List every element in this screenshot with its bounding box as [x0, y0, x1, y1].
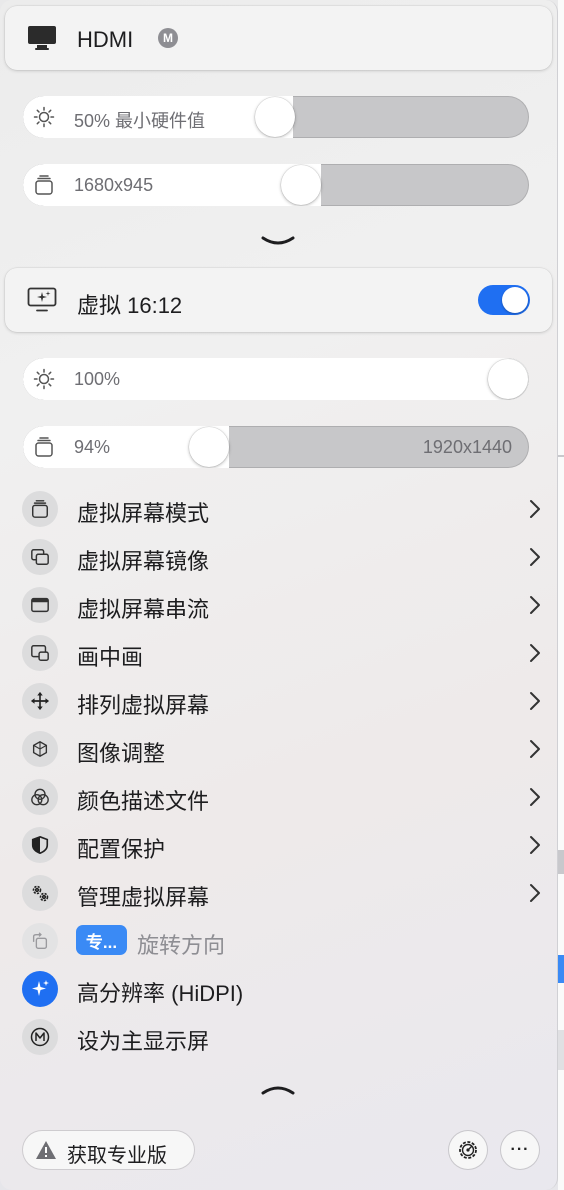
monitor-icon [28, 26, 56, 50]
menu-item-label: 配置保护 [77, 837, 166, 862]
brightness-label: 50% 最小硬件值 [74, 111, 206, 131]
virtual-brightness-label: 100% [74, 369, 121, 389]
chevron-down-icon[interactable] [260, 232, 296, 254]
menu-item-virtual-screen-stream[interactable]: 虚拟屏幕串流 [22, 585, 542, 625]
sun-icon [33, 106, 55, 128]
virtual-display-card: 虚拟 16:12 [5, 268, 552, 332]
display-title: HDMI [77, 27, 134, 52]
chevron-right-icon [530, 596, 540, 614]
menu-item-hidpi[interactable]: 高分辨率 (HiDPI) [22, 969, 542, 1009]
chevron-right-icon [530, 500, 540, 518]
virtual-display-title: 虚拟 16:12 [77, 293, 183, 318]
m-badge: M [158, 28, 178, 48]
stream-window-icon [22, 587, 58, 623]
menu-item-label: 虚拟屏幕模式 [77, 501, 210, 526]
resolution-slider[interactable]: 1680x945 [23, 164, 529, 206]
mirror-icon [22, 539, 58, 575]
menu-item-label: 颜色描述文件 [77, 789, 210, 814]
gear-icon [459, 1141, 477, 1159]
warning-icon [36, 1141, 56, 1159]
chevron-right-icon [530, 692, 540, 710]
background-window-mark [558, 955, 564, 983]
menu-item-virtual-screen-mode[interactable]: 虚拟屏幕模式 [22, 489, 542, 529]
chevron-right-icon [530, 836, 540, 854]
resolution-slider-fill [23, 164, 321, 206]
hdmi-display-card: HDMI M [5, 6, 552, 70]
menu-item-picture-in-picture[interactable]: 画中画 [22, 633, 542, 673]
brightness-slider[interactable]: 50% 最小硬件值 [23, 96, 529, 138]
stack-icon [35, 175, 53, 195]
virtual-scale-slider-knob[interactable] [189, 427, 229, 467]
menu-item-manage-virtual-screens[interactable]: 管理虚拟屏幕 [22, 873, 542, 913]
virtual-resolution-label: 1920x1440 [422, 437, 512, 457]
brightness-slider-knob[interactable] [255, 97, 295, 137]
background-window-mark [558, 850, 564, 874]
menu-item-label: 排列虚拟屏幕 [77, 693, 210, 718]
m-circle-icon [22, 1019, 58, 1055]
shield-icon [22, 827, 58, 863]
menu-item-label: 图像调整 [77, 741, 166, 766]
cube-icon [22, 731, 58, 767]
menu-item-set-main-display[interactable]: 设为主显示屏 [22, 1017, 542, 1057]
chevron-right-icon [530, 788, 540, 806]
color-circles-icon [22, 779, 58, 815]
resolution-slider-knob[interactable] [281, 165, 321, 205]
background-window-strip [558, 0, 564, 1190]
chevron-right-icon [530, 644, 540, 662]
pro-badge[interactable]: 专... [76, 925, 127, 955]
more-button[interactable]: ··· [501, 1131, 539, 1169]
menu-item-config-protection[interactable]: 配置保护 [22, 825, 542, 865]
chevron-right-icon [530, 740, 540, 758]
sun-icon [33, 368, 55, 390]
menu-item-arrange-virtual-screens[interactable]: 排列虚拟屏幕 [22, 681, 542, 721]
pip-icon [22, 635, 58, 671]
settings-button[interactable] [449, 1131, 487, 1169]
virtual-scale-slider[interactable]: 94% 1920x1440 [23, 426, 529, 468]
sparkle-icon [22, 971, 58, 1007]
get-pro-label: 获取专业版 [67, 1145, 167, 1167]
menu-item-label: 虚拟屏幕镜像 [77, 549, 210, 574]
move-arrows-icon [22, 683, 58, 719]
menu-item-rotate-orientation: 专... 旋转方向 [22, 921, 542, 961]
resolution-label: 1680x945 [74, 175, 154, 195]
stack-icon [35, 437, 53, 457]
virtual-brightness-slider-knob[interactable] [488, 359, 528, 399]
menu-item-label: 画中画 [77, 645, 144, 670]
menu-item-label: 旋转方向 [137, 933, 226, 958]
chevron-right-icon [530, 884, 540, 902]
menu-item-color-profile[interactable]: 颜色描述文件 [22, 777, 542, 817]
ellipsis-icon: ··· [510, 1141, 530, 1158]
background-window-mark [558, 1030, 564, 1070]
virtual-brightness-slider[interactable]: 100% [23, 358, 529, 400]
chevron-right-icon [530, 548, 540, 566]
gears-icon [22, 875, 58, 911]
toggle-knob [502, 287, 528, 313]
menu-item-label: 虚拟屏幕串流 [77, 597, 210, 622]
menu-item-image-adjust[interactable]: 图像调整 [22, 729, 542, 769]
virtual-display-icon [27, 287, 57, 312]
menu-item-label: 高分辨率 (HiDPI) [77, 981, 244, 1006]
virtual-scale-label: 94% [74, 437, 111, 457]
menu-item-label: 设为主显示屏 [77, 1029, 210, 1054]
menu-item-virtual-screen-mirror[interactable]: 虚拟屏幕镜像 [22, 537, 542, 577]
virtual-display-toggle[interactable] [478, 285, 530, 315]
rotate-icon [22, 923, 58, 959]
stack-icon [22, 491, 58, 527]
background-window-mark [558, 455, 564, 457]
menu-item-label: 管理虚拟屏幕 [77, 885, 210, 910]
get-pro-button[interactable]: 获取专业版 [23, 1131, 194, 1169]
chevron-up-icon[interactable] [260, 1078, 296, 1100]
